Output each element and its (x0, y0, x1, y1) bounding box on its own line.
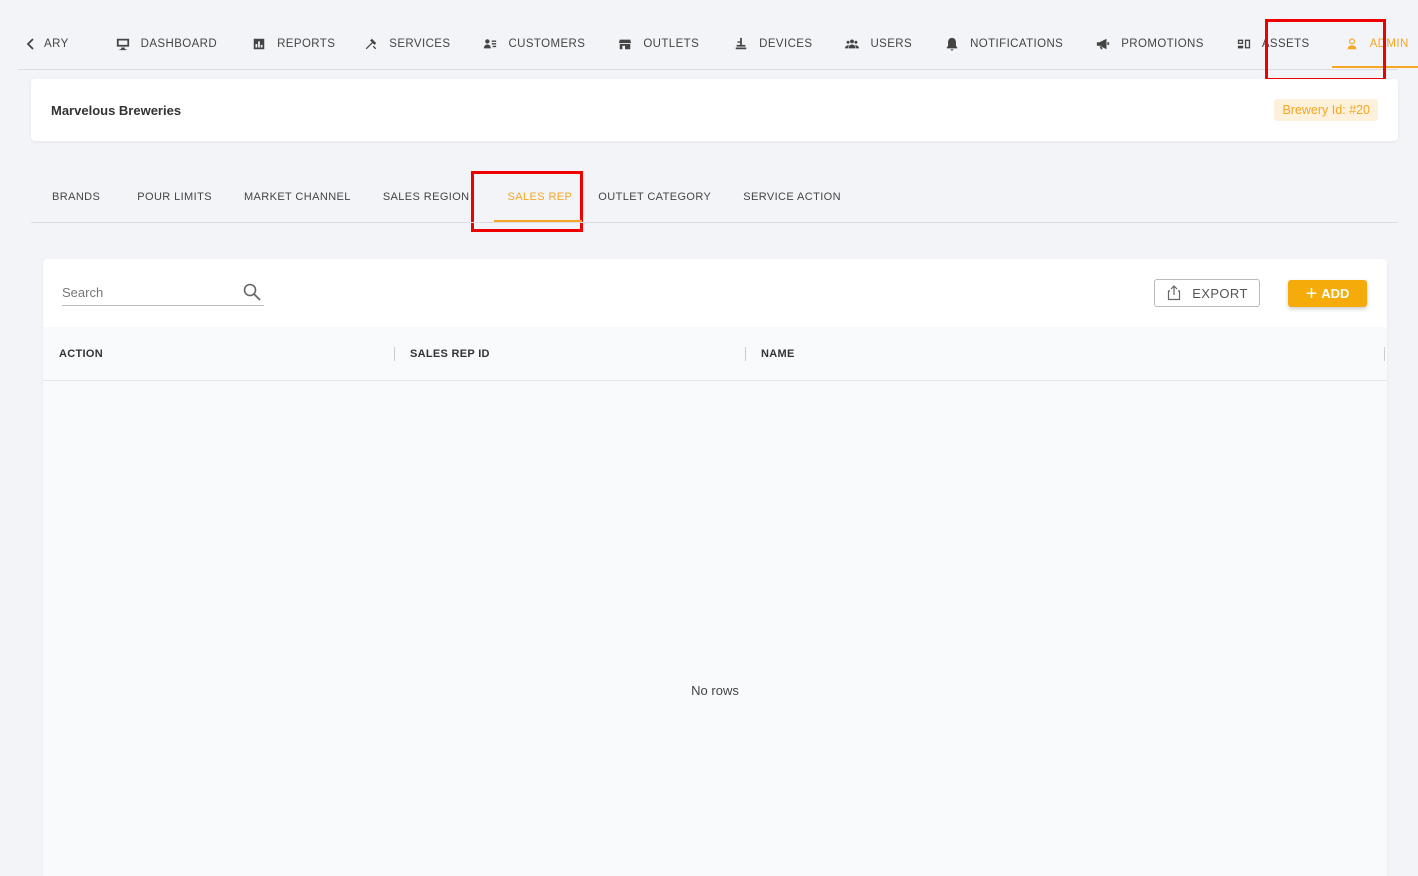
brewery-name: Marvelous Breweries (51, 102, 182, 118)
admin-subtabs: BRANDS POUR LIMITS MARKET CHANNEL SALES … (31, 172, 1398, 223)
export-label: EXPORT (1192, 285, 1248, 301)
nav-item-dashboard[interactable]: DASHBOARD (83, 24, 231, 64)
nav-item-library[interactable]: ARY (36, 24, 83, 64)
add-button[interactable]: + ADD (1288, 280, 1367, 307)
search-icon[interactable] (242, 282, 262, 302)
column-header-action[interactable]: ACTION (59, 348, 103, 360)
nav-item-label: DEVICES (759, 38, 813, 50)
monitor-icon (115, 36, 131, 52)
nav-item-reports[interactable]: REPORTS (231, 24, 349, 64)
nav-item-label: ASSETS (1261, 38, 1310, 50)
nav-item-customers[interactable]: CUSTOMERS (464, 24, 599, 64)
chart-icon (251, 36, 267, 52)
nav-item-users[interactable]: USERS (826, 24, 926, 64)
tab-service-action[interactable]: SERVICE ACTION (727, 172, 857, 222)
nav-item-label: ADMIN (1369, 38, 1409, 50)
assets-icon (1236, 36, 1252, 52)
tab-pour-limits[interactable]: POUR LIMITS (116, 172, 228, 222)
table-header: ACTION SALES REP ID NAME (43, 327, 1387, 381)
add-label: ADD (1321, 286, 1350, 301)
admin-icon (1344, 36, 1360, 52)
customers-icon (482, 36, 498, 52)
megaphone-icon (1095, 36, 1111, 52)
tab-market-channel[interactable]: MARKET CHANNEL (228, 172, 367, 222)
nav-item-label: REPORTS (277, 38, 336, 50)
users-icon (844, 36, 860, 52)
export-button[interactable]: EXPORT (1154, 279, 1260, 307)
nav-item-label: DASHBOARD (140, 38, 218, 50)
tab-outlet-category[interactable]: OUTLET CATEGORY (588, 172, 727, 222)
tap-icon (733, 36, 749, 52)
nav-item-services[interactable]: SERVICES (349, 24, 464, 64)
table-toolbar: EXPORT + ADD (43, 259, 1387, 327)
search-box (62, 279, 264, 306)
nav-item-promotions[interactable]: PROMOTIONS (1077, 24, 1218, 64)
search-input[interactable] (62, 284, 222, 300)
bell-icon (944, 36, 960, 52)
nav-item-admin[interactable]: ADMIN (1324, 24, 1418, 68)
plus-icon: + (1305, 282, 1318, 305)
nav-item-devices[interactable]: DEVICES (713, 24, 826, 64)
column-header-sales-rep-id[interactable]: SALES REP ID (410, 348, 490, 360)
nav-item-assets[interactable]: ASSETS (1218, 24, 1324, 64)
store-icon (617, 36, 633, 52)
column-separator[interactable] (394, 347, 395, 361)
brewery-card: Marvelous Breweries Brewery Id: #20 (31, 79, 1398, 141)
tab-sales-region[interactable]: SALES REGION (367, 172, 486, 222)
brewery-id-badge: Brewery Id: #20 (1274, 99, 1378, 121)
chevron-left-icon[interactable] (26, 24, 36, 64)
tab-brands[interactable]: BRANDS (31, 172, 116, 222)
nav-item-notifications[interactable]: NOTIFICATIONS (926, 24, 1077, 64)
tab-sales-rep[interactable]: SALES REP (486, 172, 589, 222)
column-separator[interactable] (1384, 347, 1385, 361)
nav-item-label: PROMOTIONS (1121, 38, 1204, 50)
empty-state-text: No rows (691, 683, 739, 698)
column-separator[interactable] (745, 347, 746, 361)
nav-item-label: OUTLETS (643, 38, 700, 50)
export-icon (1168, 285, 1181, 301)
nav-item-outlets[interactable]: OUTLETS (599, 24, 713, 64)
column-header-name[interactable]: NAME (761, 348, 795, 360)
nav-item-label: CUSTOMERS (508, 38, 586, 50)
top-nav: ARY DASHBOARD REPORTS SERVICES CUSTOMERS… (18, 24, 1418, 70)
nav-item-label: USERS (870, 38, 913, 50)
sales-rep-table-card: EXPORT + ADD ACTION SALES REP ID NAME No… (43, 259, 1387, 876)
nav-item-label: NOTIFICATIONS (970, 38, 1064, 50)
tools-icon (363, 36, 379, 52)
table-body: No rows (43, 381, 1387, 876)
nav-item-label: SERVICES (389, 38, 451, 50)
nav-item-label: ARY (44, 38, 69, 50)
